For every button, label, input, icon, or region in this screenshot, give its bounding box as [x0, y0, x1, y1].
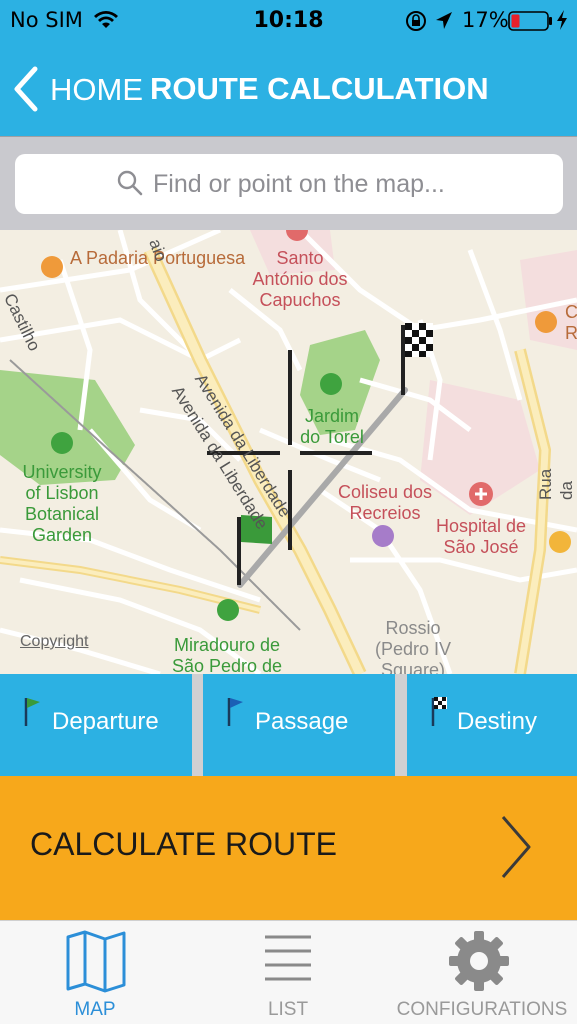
tab-bar: MAP LIST CONFIGURATIONS	[0, 920, 577, 1024]
battery-icon	[508, 11, 554, 36]
location-arrow-icon	[434, 10, 454, 37]
map-label-edge: C R	[565, 302, 577, 343]
charging-icon	[556, 9, 568, 36]
map-label-jardim: Jardim do Torel	[300, 406, 364, 447]
map-label-coliseu: Coliseu dos Recreios	[337, 482, 433, 523]
calculate-route-button[interactable]: CALCULATE ROUTE	[0, 776, 577, 920]
map-label-rua-da-palma: Rua da Palma	[536, 468, 576, 500]
calculate-route-label: CALCULATE ROUTE	[30, 826, 338, 862]
search-input[interactable]	[153, 166, 543, 202]
gear-icon	[447, 929, 511, 997]
destiny-button[interactable]: Destiny	[407, 674, 577, 776]
passage-label: Passage	[255, 708, 349, 735]
map-label-rossio: Rossio (Pedro IV Square)	[374, 618, 452, 674]
status-bar: No SIM 10:18 17%	[0, 0, 577, 44]
map-label-miradouro: Miradouro de São Pedro de	[171, 635, 283, 674]
rotation-lock-icon	[405, 10, 427, 37]
tab-list[interactable]: LIST	[223, 921, 353, 1024]
battery-percent: 17%	[462, 8, 509, 32]
flag-selector: Departure Passage Destiny	[0, 674, 577, 776]
header: No SIM 10:18 17% HOME ROUTE CALCULATION	[0, 0, 577, 136]
destiny-label: Destiny	[457, 708, 538, 735]
navigation-bar: HOME ROUTE CALCULATION	[0, 44, 577, 136]
passage-button[interactable]: Passage	[203, 674, 395, 776]
departure-label: Departure	[52, 708, 159, 735]
tab-configurations-label: CONFIGURATIONS	[396, 999, 568, 1020]
checkered-flag-icon	[429, 694, 451, 734]
map-label-university: University of Lisbon Botanical Garden	[22, 462, 102, 545]
map-label-hospital: Hospital de São José	[435, 516, 527, 557]
departure-button[interactable]: Departure	[0, 674, 192, 776]
map-copyright-link[interactable]: Copyright	[20, 633, 88, 651]
tab-map[interactable]: MAP	[30, 921, 160, 1024]
search-icon	[116, 169, 144, 201]
back-chevron-icon[interactable]	[12, 66, 40, 116]
map-label-santo-antonio: Santo António dos Capuchos	[252, 248, 348, 310]
search-field-container[interactable]	[15, 154, 563, 214]
tab-map-label: MAP	[74, 999, 116, 1020]
list-icon	[263, 929, 313, 993]
map-icon	[65, 929, 127, 997]
tab-configurations[interactable]: CONFIGURATIONS	[392, 921, 572, 1024]
search-bar	[0, 136, 577, 230]
map-view[interactable]: A Padaria Portuguesa Santo António dos C…	[0, 230, 577, 674]
tab-list-label: LIST	[267, 999, 309, 1020]
blue-flag-icon	[225, 694, 247, 734]
green-flag-icon	[22, 694, 44, 734]
back-button[interactable]: HOME	[50, 72, 143, 108]
page-title: ROUTE CALCULATION	[150, 71, 489, 106]
chevron-right-icon	[498, 814, 534, 884]
